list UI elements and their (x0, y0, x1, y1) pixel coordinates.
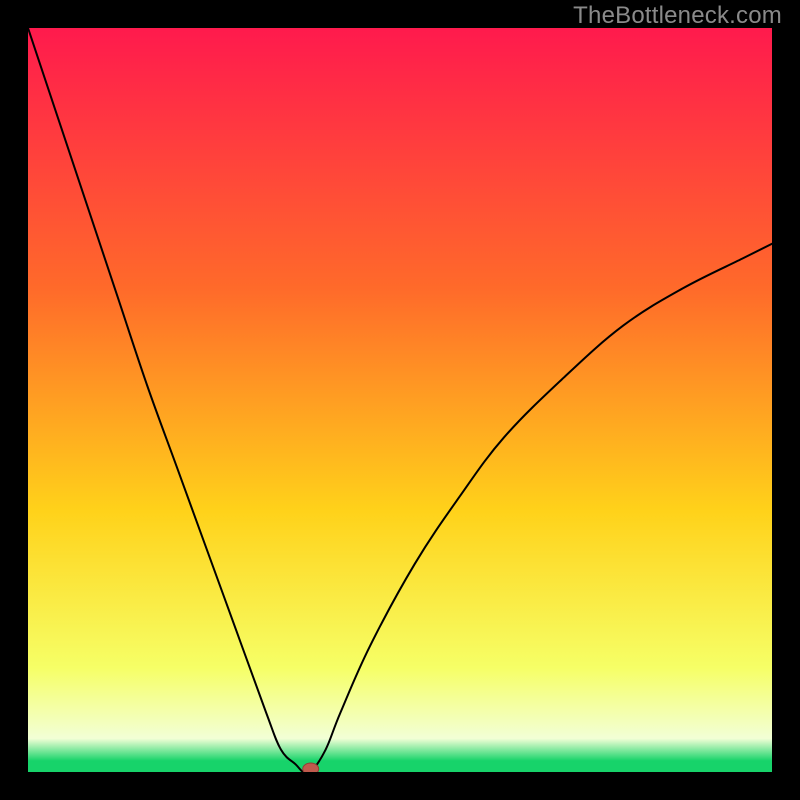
bottleneck-chart (28, 28, 772, 772)
plot-area (28, 28, 772, 772)
chart-frame: TheBottleneck.com (0, 0, 800, 800)
watermark-text: TheBottleneck.com (573, 2, 782, 30)
gradient-background (28, 28, 772, 772)
optimum-marker (303, 763, 319, 772)
